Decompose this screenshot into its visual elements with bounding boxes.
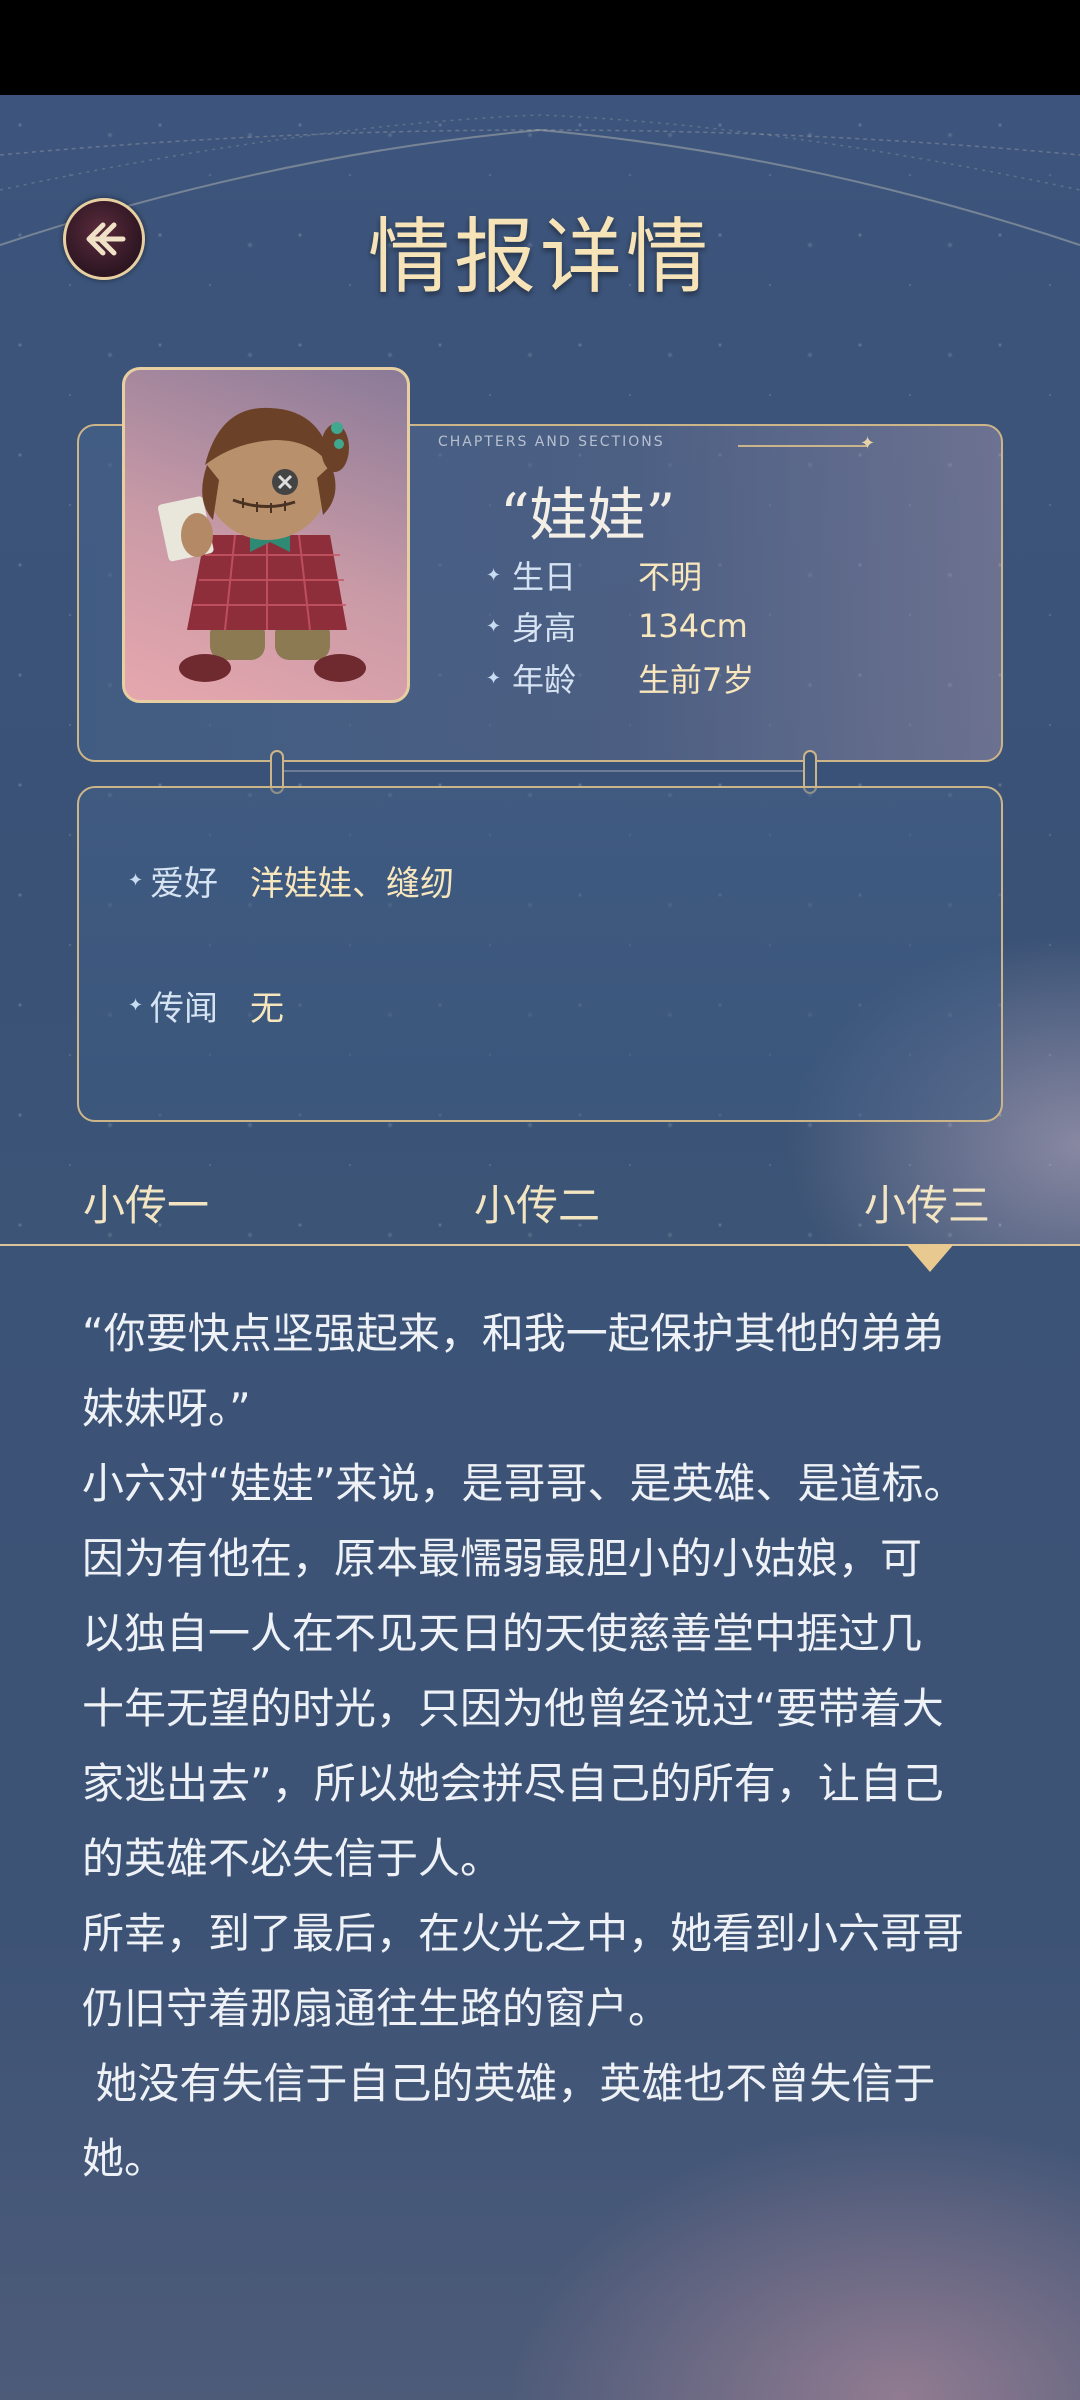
attribute-label: 生日 (512, 558, 577, 596)
character-detail-card (77, 786, 1003, 1122)
doll-character-illustration (157, 407, 366, 682)
card-connector-bar (280, 770, 810, 772)
detail-value: 洋娃娃、缝纫 (250, 863, 454, 904)
active-tab-indicator (906, 1244, 954, 1272)
attribute-label: 年龄 (512, 661, 577, 699)
status-bar (0, 0, 1080, 95)
attribute-value: 134cm (638, 607, 748, 645)
attribute-value: 生前7岁 (638, 661, 755, 699)
page-title: 情报详情 (367, 210, 712, 305)
detail-row-rumor: ✦ 传闻 无 (128, 980, 284, 1030)
sparkle-star-icon: ✦ (128, 869, 144, 891)
tab-story-2[interactable]: 小传二 (474, 1172, 600, 1233)
attribute-row-age: ✦ 年龄 生前7岁 (486, 656, 754, 700)
sparkle-star-icon: ✦ (860, 433, 876, 454)
sparkle-star-icon: ✦ (128, 994, 144, 1016)
attribute-label: 身高 (512, 609, 577, 647)
character-name: “娃娃” (500, 481, 676, 549)
tab-story-3[interactable]: 小传三 (864, 1172, 990, 1233)
sparkle-star-icon: ✦ (486, 667, 502, 689)
sparkle-star-icon: ✦ (486, 564, 502, 586)
detail-row-hobby: ✦ 爱好 洋娃娃、缝纫 (128, 855, 454, 905)
detail-label: 传闻 (150, 988, 218, 1029)
attribute-row-height: ✦ 身高 134cm (486, 604, 748, 648)
story-text: “你要快点坚强起来，和我一起保护其他的弟弟 妹妹呀。” 小六对“娃娃”来说，是哥… (82, 1309, 966, 2183)
attribute-row-birthday: ✦ 生日 不明 (486, 553, 702, 597)
detail-label: 爱好 (150, 863, 218, 904)
sparkle-star-icon: ✦ (486, 615, 502, 637)
decorative-rule (738, 445, 868, 447)
section-subtitle: CHAPTERS AND SECTIONS (438, 434, 665, 450)
detail-value: 无 (250, 988, 284, 1029)
attribute-value: 不明 (638, 558, 703, 596)
tab-story-1[interactable]: 小传一 (83, 1172, 209, 1233)
character-portrait (122, 367, 410, 703)
